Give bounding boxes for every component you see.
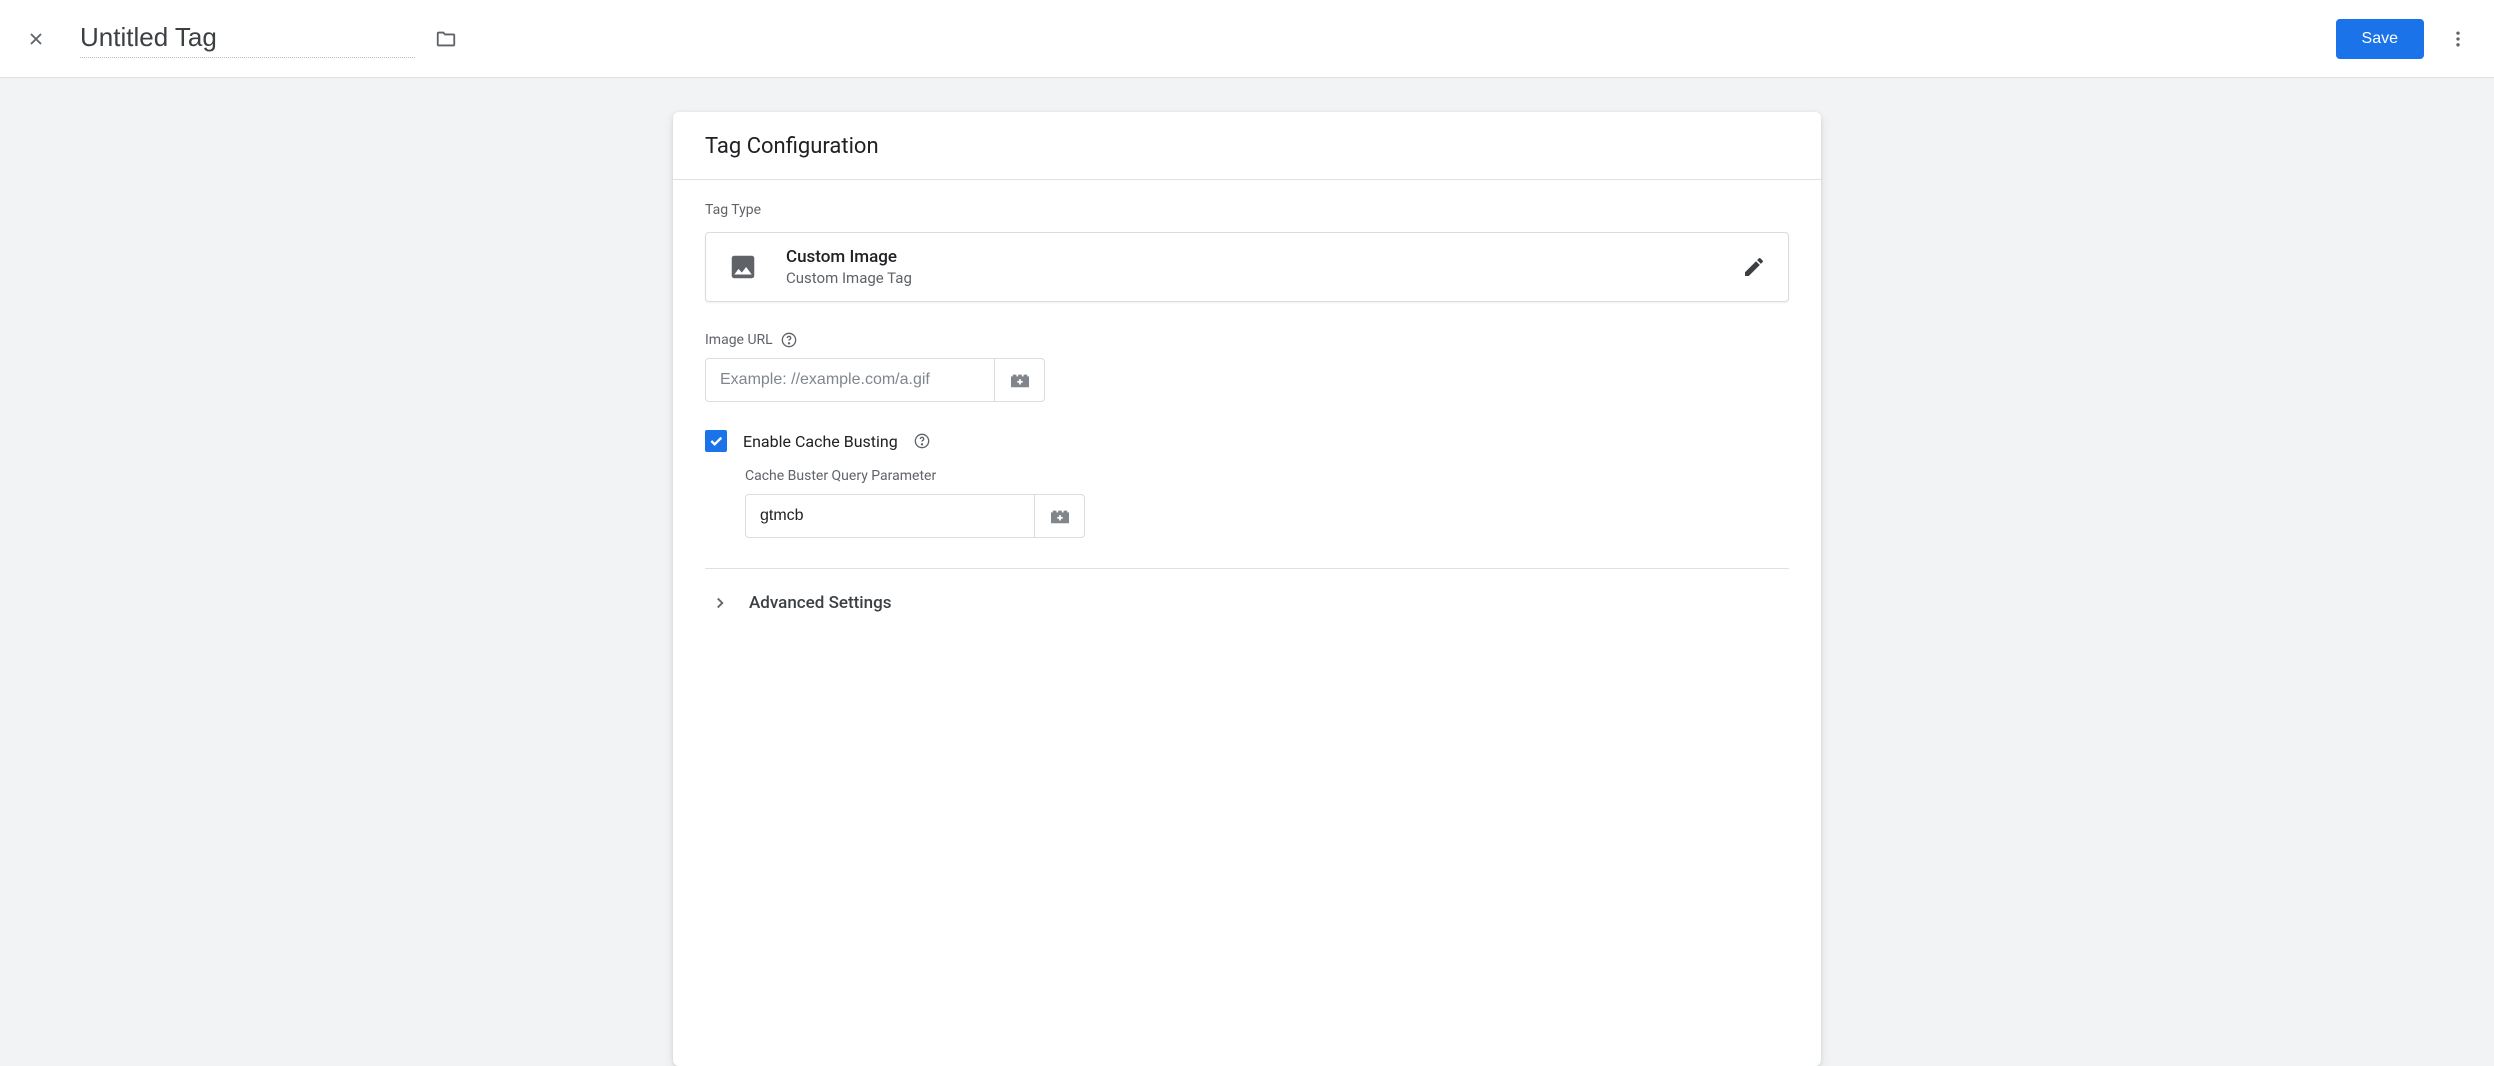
folder-icon [433, 28, 459, 50]
more-vert-icon [2448, 29, 2468, 49]
image-url-input[interactable] [705, 358, 995, 402]
help-icon [781, 332, 797, 348]
close-button[interactable] [24, 27, 48, 51]
advanced-settings-label: Advanced Settings [749, 593, 891, 613]
more-menu-button[interactable] [2446, 27, 2470, 51]
lego-plus-icon [1049, 507, 1071, 525]
lego-plus-icon [1009, 371, 1031, 389]
tag-title-input[interactable] [80, 20, 415, 58]
chevron-right-icon [711, 594, 729, 612]
image-icon [728, 252, 758, 282]
help-icon [914, 433, 930, 449]
tag-type-selector[interactable]: Custom Image Custom Image Tag [705, 232, 1789, 302]
advanced-settings-toggle[interactable]: Advanced Settings [705, 569, 1789, 633]
tag-type-desc: Custom Image Tag [786, 269, 1742, 287]
tag-type-name: Custom Image [786, 247, 1742, 267]
image-url-variable-button[interactable] [995, 358, 1045, 402]
body-area: Tag Configuration Tag Type Custom Image … [0, 78, 2494, 1066]
image-url-label: Image URL [705, 332, 773, 348]
cache-param-variable-button[interactable] [1035, 494, 1085, 538]
cache-param-label: Cache Buster Query Parameter [745, 468, 936, 484]
edit-tag-type-button[interactable] [1742, 255, 1766, 279]
tag-config-card: Tag Configuration Tag Type Custom Image … [673, 112, 1821, 1066]
check-icon [708, 433, 724, 449]
card-header: Tag Configuration [673, 112, 1821, 180]
header: Save [0, 0, 2494, 78]
cache-busting-help-button[interactable] [914, 433, 930, 449]
card-title: Tag Configuration [705, 134, 1789, 159]
save-button[interactable]: Save [2336, 19, 2424, 59]
pencil-icon [1742, 255, 1766, 279]
folder-button[interactable] [433, 27, 461, 51]
image-url-help-button[interactable] [781, 332, 797, 348]
cache-param-input[interactable] [745, 494, 1035, 538]
tag-type-label: Tag Type [705, 202, 1789, 218]
cache-busting-checkbox[interactable] [705, 430, 727, 452]
cache-busting-label: Enable Cache Busting [743, 432, 898, 451]
close-icon [26, 29, 46, 49]
